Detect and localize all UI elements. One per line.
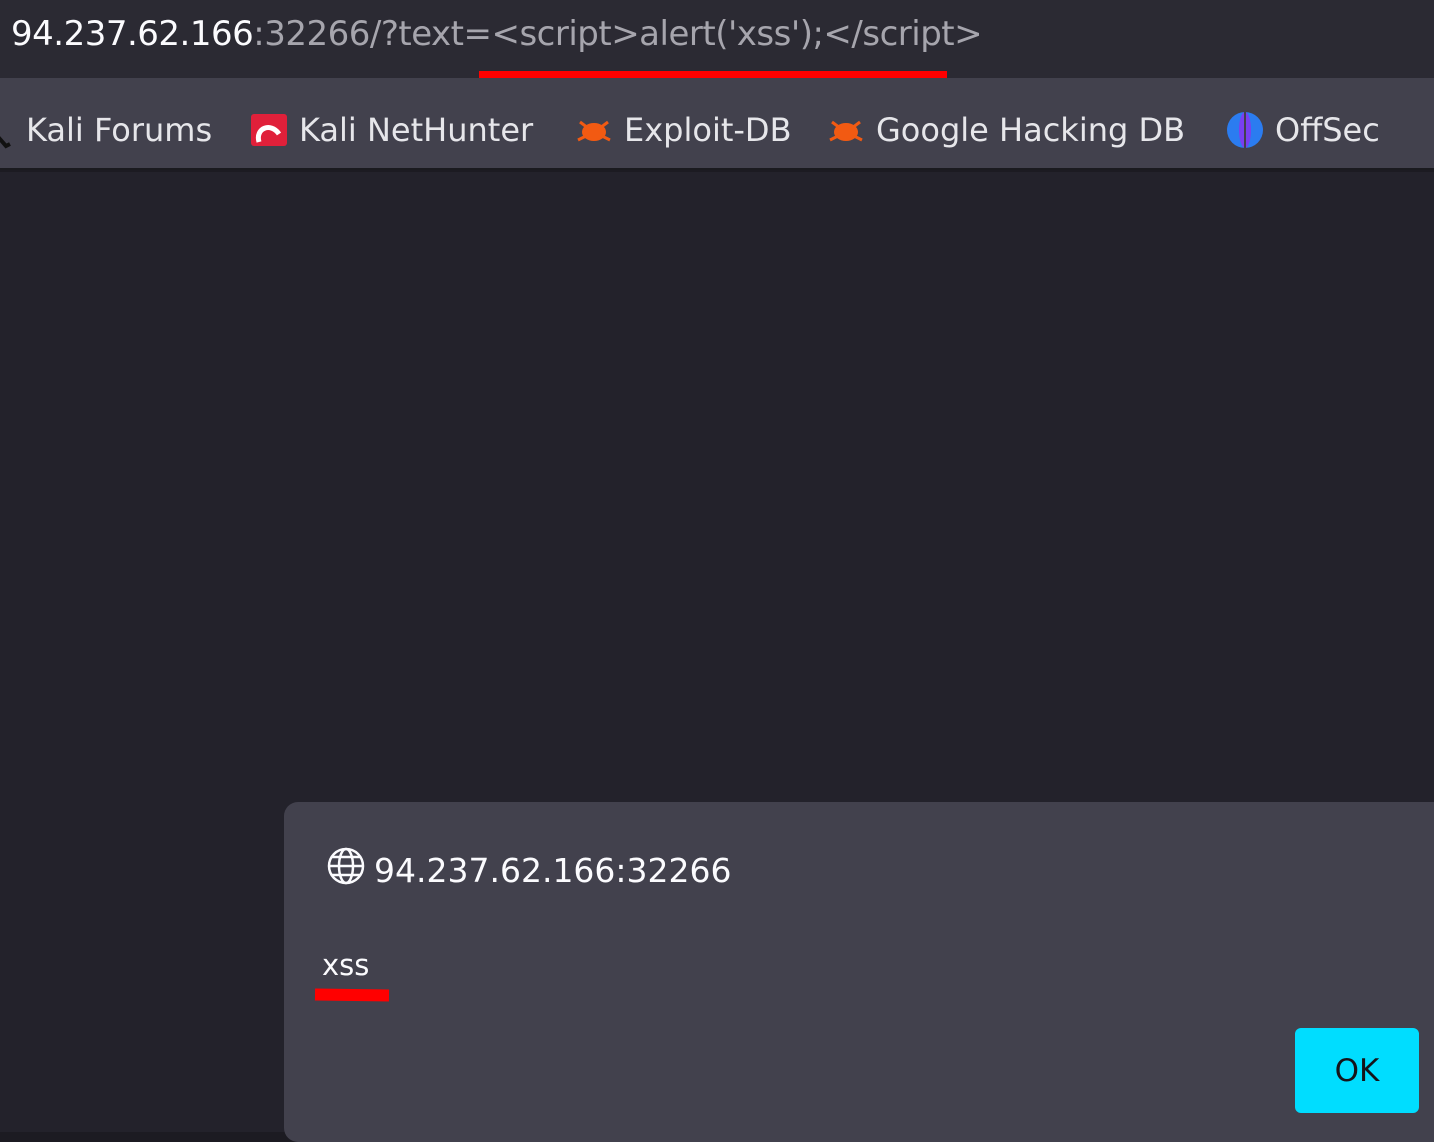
bookmark-offsec[interactable]: OffSec <box>1225 110 1380 150</box>
dialog-origin-text: 94.237.62.166:32266 <box>374 850 732 890</box>
bookmark-exploit-db[interactable]: Exploit-DB <box>574 110 792 150</box>
url-text[interactable]: 94.237.62.166:32266/?text=<script>alert(… <box>11 14 983 54</box>
bookmark-label: Kali Forums <box>26 111 213 149</box>
exploit-db-bug-icon <box>574 110 614 150</box>
dialog-origin: 94.237.62.166:32266 <box>326 846 732 894</box>
bookmark-google-hacking-db[interactable]: Google Hacking DB <box>826 110 1185 150</box>
bookmark-label: Exploit-DB <box>624 111 792 149</box>
bookmark-kali-nethunter[interactable]: Kali NetHunter <box>249 110 533 150</box>
dialog-message: xss <box>322 948 370 982</box>
globe-icon <box>326 846 366 894</box>
kali-dragon-icon <box>0 110 16 150</box>
bookmark-label: Google Hacking DB <box>876 111 1186 149</box>
bookmark-kali-forums[interactable]: Kali Forums <box>0 110 212 150</box>
bookmark-label: OffSec <box>1275 111 1380 149</box>
alert-dialog: 94.237.62.166:32266 xss OK <box>284 802 1434 1142</box>
bookmark-label: Kali NetHunter <box>299 111 534 149</box>
ghdb-bug-icon <box>826 110 866 150</box>
offsec-icon <box>1225 110 1265 150</box>
annotation-underline-message <box>314 988 390 1002</box>
ok-button[interactable]: OK <box>1295 1028 1419 1113</box>
nethunter-icon <box>249 110 289 150</box>
address-bar[interactable]: 94.237.62.166:32266/?text=<script>alert(… <box>0 0 1434 78</box>
